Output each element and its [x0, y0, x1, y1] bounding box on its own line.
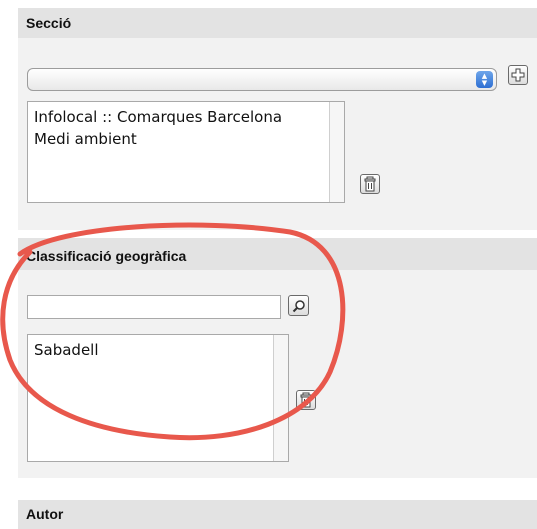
classificacio-header: Classificació geogràfica	[18, 238, 537, 270]
autor-title: Autor	[26, 506, 64, 522]
seccio-add-button[interactable]	[508, 65, 528, 85]
classificacio-search-button[interactable]	[288, 295, 309, 316]
list-item[interactable]: Infolocal :: Comarques Barcelona	[34, 106, 344, 128]
classificacio-delete-button[interactable]	[296, 390, 316, 410]
magnifier-icon	[292, 299, 305, 312]
trash-icon	[364, 176, 376, 192]
list-item[interactable]: Sabadell	[34, 339, 288, 361]
scrollbar[interactable]	[273, 335, 288, 461]
seccio-list[interactable]: Infolocal :: Comarques Barcelona Medi am…	[27, 101, 345, 203]
trash-icon	[300, 392, 312, 408]
list-item[interactable]: Medi ambient	[34, 128, 344, 150]
seccio-delete-button[interactable]	[360, 174, 380, 194]
seccio-select[interactable]: ▲ ▼	[27, 68, 497, 91]
seccio-header: Secció	[18, 8, 537, 38]
seccio-title: Secció	[26, 15, 72, 31]
autor-header: Autor	[18, 500, 537, 529]
classificacio-title: Classificació geogràfica	[26, 248, 187, 264]
classificacio-list[interactable]: Sabadell	[27, 334, 289, 462]
plus-icon	[511, 68, 525, 82]
select-arrows-icon[interactable]: ▲ ▼	[476, 71, 493, 88]
classificacio-search-input[interactable]	[27, 295, 281, 319]
scrollbar[interactable]	[329, 102, 344, 202]
